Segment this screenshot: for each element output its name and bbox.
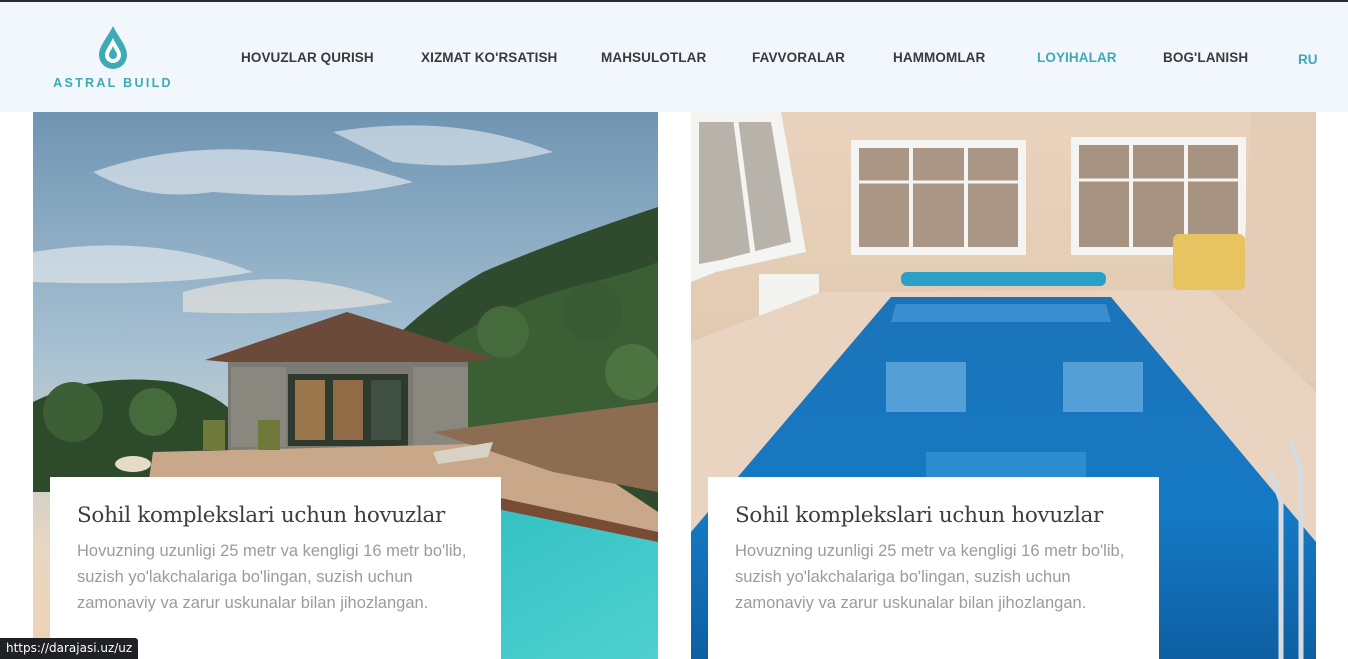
logo[interactable]: ASTRAL BUILD (50, 24, 176, 94)
nav-item-loyihalar[interactable]: LOYIHALAR (1037, 50, 1117, 65)
project-info: Sohil komplekslari uchun hovuzlar Hovuzn… (708, 477, 1159, 659)
nav-item-hovuzlar-qurish[interactable]: HOVUZLAR QURISH (241, 50, 374, 65)
status-bar-url: https://darajasi.uz/uz (0, 638, 139, 659)
nav-item-favvoralar[interactable]: FAVVORALAR (752, 50, 845, 65)
project-description: Hovuzning uzunligi 25 metr va kengligi 1… (735, 542, 1125, 612)
water-drop-icon (99, 26, 127, 69)
nav-item-xizmat-korsatish[interactable]: XIZMAT KO'RSATISH (421, 50, 557, 65)
project-card[interactable]: Sohil komplekslari uchun hovuzlar Hovuzn… (33, 112, 658, 659)
nav-item-hammomlar[interactable]: HAMMOMLAR (893, 50, 985, 65)
project-card[interactable]: Sohil komplekslari uchun hovuzlar Hovuzn… (691, 112, 1316, 659)
project-title: Sohil komplekslari uchun hovuzlar (735, 503, 1104, 528)
logo-text: ASTRAL BUILD (53, 76, 173, 90)
nav-item-boglanish[interactable]: BOG'LANISH (1163, 50, 1248, 65)
language-switch[interactable]: RU (1298, 52, 1318, 67)
nav-item-mahsulotlar[interactable]: MAHSULOTLAR (601, 50, 706, 65)
project-title: Sohil komplekslari uchun hovuzlar (77, 503, 446, 528)
project-info: Sohil komplekslari uchun hovuzlar Hovuzn… (50, 477, 501, 659)
project-description: Hovuzning uzunligi 25 metr va kengligi 1… (77, 542, 467, 612)
site-header: ASTRAL BUILD HOVUZLAR QURISH XIZMAT KO'R… (0, 2, 1348, 112)
